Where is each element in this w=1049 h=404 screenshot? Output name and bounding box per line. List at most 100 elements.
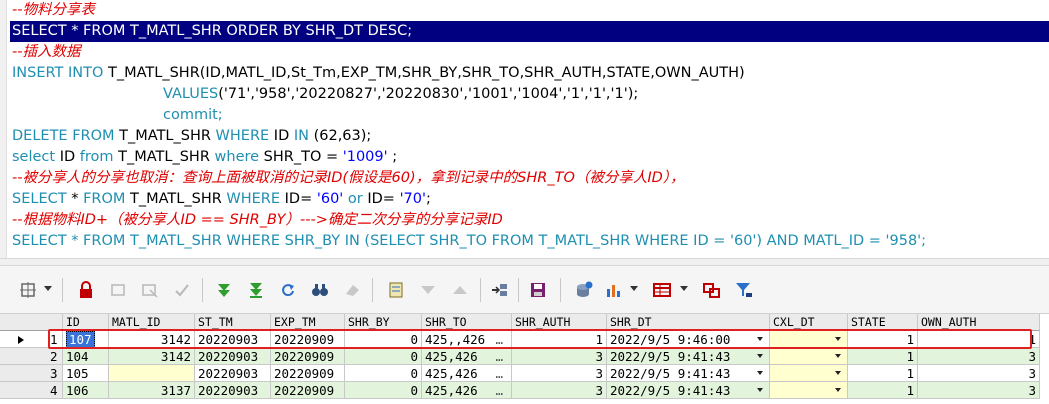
splitter[interactable]: [0, 258, 1049, 266]
table-cell[interactable]: 2022/9/5 9:41:43: [607, 382, 770, 399]
table-cell[interactable]: 3: [918, 348, 1040, 365]
table-cell[interactable]: 20220903: [195, 348, 271, 365]
refresh-icon[interactable]: [278, 280, 298, 300]
chart-icon[interactable]: [604, 280, 624, 300]
table-cell[interactable]: 3: [512, 365, 607, 382]
clear-icon[interactable]: [342, 280, 362, 300]
first-record-icon[interactable]: [214, 280, 234, 300]
chevron-down-icon[interactable]: [630, 286, 638, 291]
table-cell[interactable]: 107: [63, 331, 109, 348]
column-header[interactable]: OWN_AUTH: [918, 314, 1040, 331]
last-record-icon[interactable]: [246, 280, 266, 300]
find-icon[interactable]: [310, 280, 330, 300]
code-token: ID=: [367, 191, 400, 207]
code-token: where: [214, 149, 260, 165]
column-header[interactable]: STATE: [848, 314, 918, 331]
result-grid[interactable]: ID MATL_ID ST_TM EXP_TM SHR_BY SHR_TO SHR_AUTH…: [0, 314, 1049, 404]
row-indicator[interactable]: 1: [0, 331, 63, 348]
column-header[interactable]: MATL_ID: [109, 314, 195, 331]
table-cell[interactable]: [109, 365, 195, 382]
table-cell[interactable]: 1: [918, 331, 1040, 348]
table-cell[interactable]: 1: [848, 331, 918, 348]
table-cell[interactable]: 20220909: [271, 348, 345, 365]
more-icon[interactable]: …: [495, 382, 503, 398]
row-indicator[interactable]: 3: [0, 365, 63, 382]
table-cell[interactable]: 20220903: [195, 365, 271, 382]
table-row[interactable]: 2 104 3142 20220903 20220909 0 425,426 … 3 2022/9…: [0, 348, 1049, 365]
table-cell[interactable]: [770, 365, 848, 382]
cell-value: 425,426: [425, 383, 478, 398]
more-icon[interactable]: …: [495, 365, 503, 381]
post-icon[interactable]: [172, 280, 192, 300]
table-cell[interactable]: 3142: [109, 348, 195, 365]
prev-icon[interactable]: [450, 280, 470, 300]
save-icon[interactable]: [528, 280, 548, 300]
export-icon[interactable]: [574, 280, 594, 300]
table-cell[interactable]: [770, 348, 848, 365]
table-cell[interactable]: [770, 331, 848, 348]
table-cell[interactable]: 425,426…: [422, 348, 512, 365]
table-cell[interactable]: 3: [512, 348, 607, 365]
table-cell[interactable]: 1: [848, 365, 918, 382]
column-header[interactable]: ID: [63, 314, 109, 331]
selected-cell-value[interactable]: 107: [66, 331, 95, 347]
table-cell[interactable]: 3: [512, 382, 607, 399]
column-header[interactable]: [0, 314, 63, 331]
table-cell[interactable]: 104: [63, 348, 109, 365]
link-icon[interactable]: [490, 280, 510, 300]
next-icon[interactable]: [418, 280, 438, 300]
table-cell[interactable]: 3142: [109, 331, 195, 348]
table-cell[interactable]: [770, 382, 848, 399]
table-row[interactable]: 4 106 3137 20220903 20220909 0 425,426 … 3 2022/9…: [0, 382, 1049, 399]
query-by-example-icon[interactable]: [386, 280, 406, 300]
table-cell[interactable]: 0: [345, 365, 422, 382]
column-header[interactable]: SHR_BY: [345, 314, 422, 331]
filter-icon[interactable]: [734, 280, 754, 300]
table-cell[interactable]: 2022/9/5 9:41:43: [607, 348, 770, 365]
table-cell[interactable]: 2022/9/5 9:46:00: [607, 331, 770, 348]
table-cell[interactable]: 1: [512, 331, 607, 348]
more-icon[interactable]: …: [495, 348, 503, 364]
toolbar-divider: [202, 278, 203, 302]
table-cell[interactable]: 20220903: [195, 382, 271, 399]
table-row[interactable]: 1 107 3142 20220903 20220909 0 425,,426 … 1 2022/…: [0, 331, 1049, 348]
table-cell[interactable]: 3137: [109, 382, 195, 399]
table-cell[interactable]: 425,426 …: [422, 382, 512, 399]
table-cell[interactable]: 20220909: [271, 382, 345, 399]
row-indicator[interactable]: 2: [0, 348, 63, 365]
table-cell[interactable]: 2022/9/5 9:41:43: [607, 365, 770, 382]
record-view-icon[interactable]: [702, 280, 722, 300]
table-cell[interactable]: 20220909: [271, 331, 345, 348]
column-header[interactable]: SHR_DT: [607, 314, 770, 331]
table-cell[interactable]: 105: [63, 365, 109, 382]
table-view-icon[interactable]: [652, 280, 672, 300]
row-indicator[interactable]: 4: [0, 382, 63, 399]
table-cell[interactable]: 3: [918, 365, 1040, 382]
lock-icon[interactable]: [76, 280, 96, 300]
table-cell[interactable]: 425,,426…: [422, 331, 512, 348]
chevron-down-icon[interactable]: [680, 286, 688, 291]
column-header[interactable]: EXP_TM: [271, 314, 345, 331]
table-cell[interactable]: 3: [918, 382, 1040, 399]
column-header[interactable]: CXL_DT: [770, 314, 848, 331]
table-cell[interactable]: 20220909: [271, 365, 345, 382]
table-cell[interactable]: 0: [345, 348, 422, 365]
more-icon[interactable]: …: [495, 331, 503, 347]
sql-editor[interactable]: --物料分享表 SELECT * FROM T_MATL_SHR ORDER BY…: [0, 0, 1049, 258]
column-header[interactable]: SHR_TO: [422, 314, 512, 331]
column-header[interactable]: ST_TM: [195, 314, 271, 331]
chevron-down-icon[interactable]: [44, 286, 52, 291]
table-cell[interactable]: 0: [345, 331, 422, 348]
table-cell[interactable]: 106: [63, 382, 109, 399]
column-header[interactable]: SHR_AUTH: [512, 314, 607, 331]
delete-record-icon[interactable]: [140, 280, 160, 300]
cell-value: 20220909: [274, 332, 335, 347]
table-cell[interactable]: 425,426…: [422, 365, 512, 382]
table-cell[interactable]: 0: [345, 382, 422, 399]
table-cell[interactable]: 20220903: [195, 331, 271, 348]
new-record-icon[interactable]: [108, 280, 128, 300]
grid-menu-icon[interactable]: [18, 280, 38, 300]
table-row[interactable]: 3 105 20220903 20220909 0 425,426 … 3 2022/9/5 9…: [0, 365, 1049, 382]
table-cell[interactable]: 1: [848, 382, 918, 399]
table-cell[interactable]: 1: [848, 348, 918, 365]
